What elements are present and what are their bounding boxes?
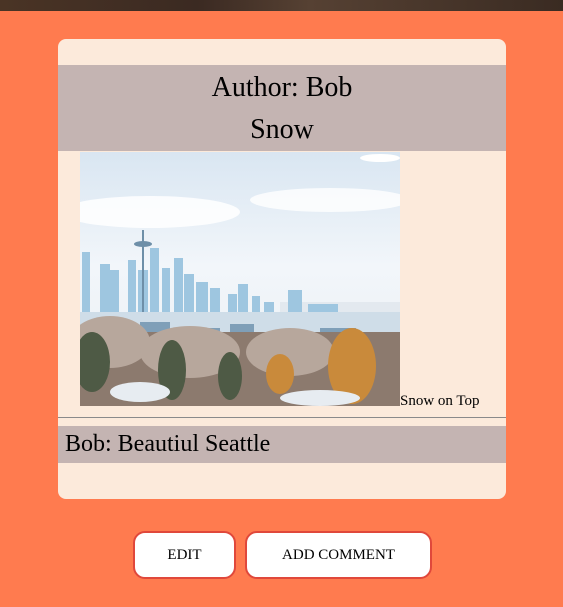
post-author: Author: Bob	[211, 72, 353, 103]
edit-button[interactable]: EDIT	[133, 531, 236, 579]
header-image-strip	[0, 0, 563, 11]
post-photo	[80, 152, 400, 406]
post-title: Snow	[250, 114, 314, 145]
comment-item: Bob: Beautiul Seattle	[58, 426, 506, 463]
post-card: Author: Bob Snow Snow on Top Bob: Beauti…	[58, 39, 506, 499]
divider	[58, 417, 506, 418]
photo-caption: Snow on Top	[400, 393, 480, 409]
add-comment-button[interactable]: ADD COMMENT	[245, 531, 432, 579]
post-header: Author: Bob Snow	[58, 65, 506, 151]
